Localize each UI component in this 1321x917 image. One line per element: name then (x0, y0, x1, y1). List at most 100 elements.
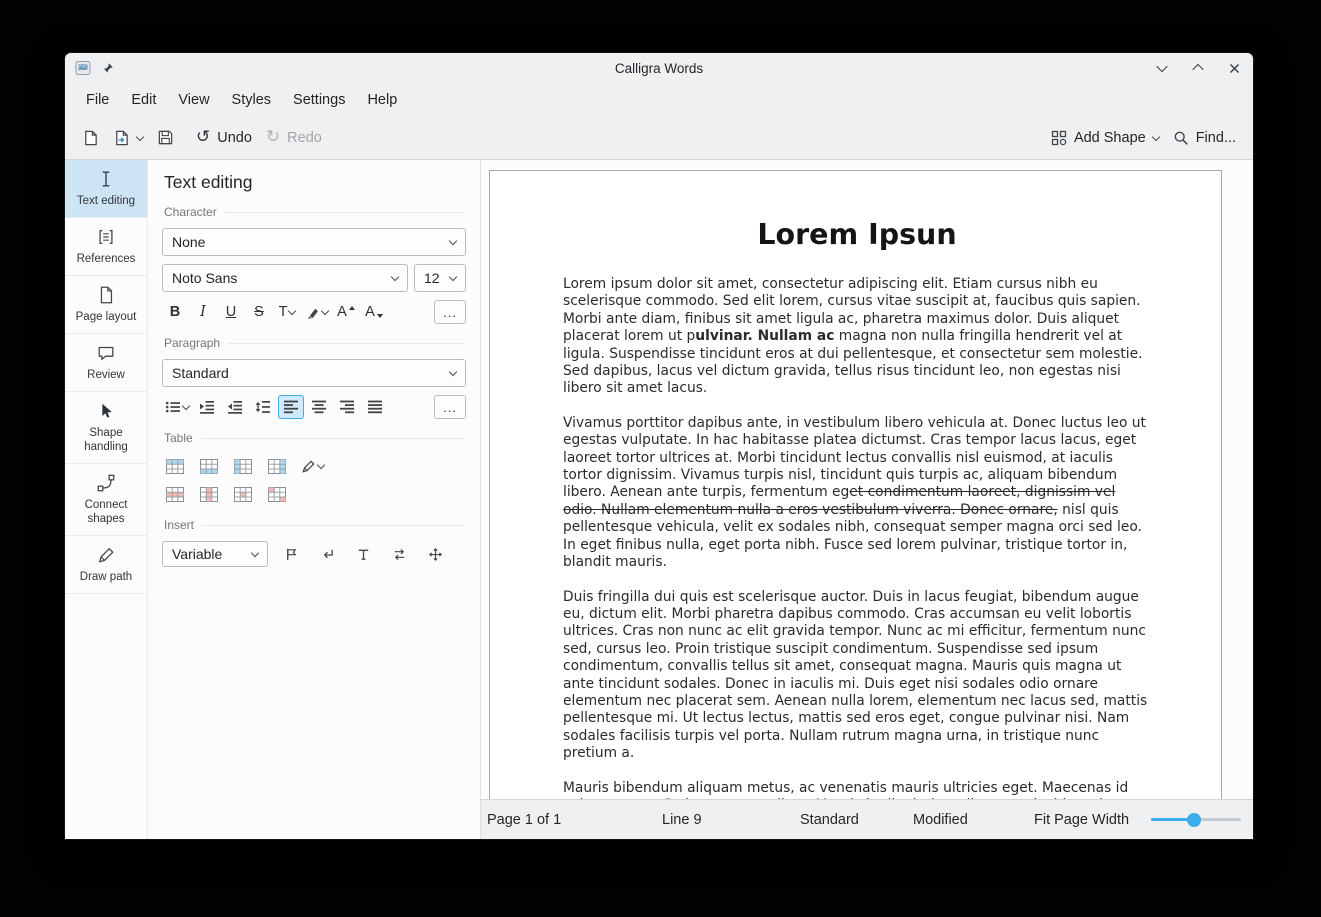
main-toolbar: ↺ Undo ↻ Redo Add Shape Find... (65, 116, 1253, 160)
chevron-down-icon (136, 132, 144, 140)
menu-help[interactable]: Help (357, 88, 407, 112)
align-center-button[interactable] (306, 395, 332, 419)
tab-review[interactable]: Review (65, 334, 147, 392)
tab-label: Connect shapes (68, 498, 144, 527)
chevron-up-icon (1192, 64, 1203, 75)
document-page[interactable]: Lorem Ipsun Lorem ipsum dolor sit amet, … (489, 170, 1222, 799)
chevron-down-icon (321, 307, 329, 315)
add-shape-button[interactable]: Add Shape (1044, 124, 1166, 152)
insert-row-above-button[interactable] (162, 454, 188, 478)
tab-text-editing[interactable]: Text editing (65, 160, 147, 218)
table-row-1 (162, 454, 466, 478)
insert-page-break-button[interactable] (314, 542, 340, 566)
save-button[interactable] (150, 123, 181, 152)
delete-row-button[interactable] (162, 482, 188, 506)
delete-row-icon (166, 487, 184, 502)
insert-row-below-button[interactable] (196, 454, 222, 478)
insert-bookmark-button[interactable] (278, 542, 304, 566)
text-format-button[interactable]: T (274, 300, 300, 324)
insert-column-left-button[interactable] (230, 454, 256, 478)
section-character: Character (164, 205, 466, 219)
insert-swap-button[interactable] (386, 542, 412, 566)
add-shape-icon (1051, 130, 1067, 146)
delete-column-button[interactable] (196, 482, 222, 506)
status-zoom-mode[interactable]: Fit Page Width (1034, 812, 1129, 828)
delete-column-icon (200, 487, 218, 502)
title-bar[interactable]: Calligra Words (65, 53, 1253, 83)
tab-shape-handling[interactable]: Shape handling (65, 392, 147, 464)
menu-file[interactable]: File (76, 88, 119, 112)
zoom-slider-handle[interactable] (1187, 813, 1201, 827)
document-body[interactable]: Lorem Ipsun Lorem ipsum dolor sit amet, … (563, 218, 1151, 799)
document-canvas[interactable]: Lorem Ipsun Lorem ipsum dolor sit amet, … (481, 160, 1253, 799)
window-title: Calligra Words (65, 61, 1253, 76)
tab-connect-shapes[interactable]: Connect shapes (65, 464, 147, 536)
status-modified: Modified (913, 812, 968, 828)
tab-page-layout[interactable]: Page layout (65, 276, 147, 334)
align-left-button[interactable] (278, 395, 304, 419)
align-justify-button[interactable] (362, 395, 388, 419)
menu-view[interactable]: View (168, 88, 219, 112)
open-document-button[interactable] (106, 123, 150, 153)
italic-button[interactable]: I (190, 300, 216, 324)
indent-more-icon (199, 400, 215, 414)
chevron-down-icon (1151, 132, 1159, 140)
tab-label: Page layout (76, 310, 137, 324)
underline-button[interactable]: U (218, 300, 244, 324)
strikethrough-button[interactable]: S (246, 300, 272, 324)
section-insert: Insert (164, 518, 466, 532)
close-icon (1229, 63, 1240, 74)
paragraph-2: Vivamus porttitor dapibus ante, in vesti… (563, 415, 1151, 572)
paragraph-more-button[interactable]: ... (434, 395, 466, 419)
insert-column-right-button[interactable] (264, 454, 290, 478)
align-right-button[interactable] (334, 395, 360, 419)
merge-cells-button[interactable] (230, 482, 256, 506)
indent-less-button[interactable] (222, 395, 248, 419)
character-more-button[interactable]: ... (434, 300, 466, 324)
new-document-button[interactable] (75, 123, 106, 153)
tab-references[interactable]: References (65, 218, 147, 276)
paragraph-4: Mauris bibendum aliquam metus, ac venena… (563, 780, 1151, 799)
undo-button[interactable]: ↺ Undo (189, 123, 259, 152)
chevron-down-icon (317, 461, 325, 469)
split-cells-button[interactable] (264, 482, 290, 506)
pin-icon[interactable] (101, 62, 114, 75)
list-style-button[interactable] (162, 395, 192, 419)
tool-options-panel: Text editing Character None Noto Sans 12… (147, 160, 481, 839)
highlight-button[interactable] (302, 300, 331, 324)
variable-select[interactable]: Variable (162, 541, 268, 567)
search-icon (1173, 130, 1189, 146)
insert-text-frame-button[interactable] (350, 542, 376, 566)
bold-button[interactable]: B (162, 300, 188, 324)
maximize-button[interactable] (1189, 59, 1207, 77)
minimize-button[interactable] (1153, 59, 1171, 77)
redo-label: Redo (287, 130, 322, 146)
superscript-button[interactable]: A (333, 300, 359, 324)
tab-label: Text editing (77, 194, 135, 208)
up-mark-icon (349, 306, 355, 310)
new-document-icon (82, 129, 99, 147)
character-style-select[interactable]: None (162, 228, 466, 256)
font-family-select[interactable]: Noto Sans (162, 264, 408, 292)
zoom-slider[interactable] (1151, 812, 1241, 828)
menu-settings[interactable]: Settings (283, 88, 355, 112)
insert-node-button[interactable] (422, 542, 448, 566)
menu-edit[interactable]: Edit (121, 88, 166, 112)
close-button[interactable] (1225, 59, 1243, 77)
panel-title: Text editing (164, 172, 466, 193)
menu-styles[interactable]: Styles (222, 88, 282, 112)
line-spacing-button[interactable] (250, 395, 276, 419)
document-title: Lorem Ipsun (563, 218, 1151, 251)
find-label: Find... (1196, 130, 1236, 146)
tab-draw-path[interactable]: Draw path (65, 536, 147, 594)
redo-button[interactable]: ↻ Redo (259, 123, 329, 152)
section-paragraph: Paragraph (164, 336, 466, 350)
find-button[interactable]: Find... (1166, 124, 1243, 152)
undo-icon: ↺ (196, 129, 210, 146)
border-pen-button[interactable] (298, 454, 327, 478)
tab-label: Review (87, 368, 125, 382)
font-size-select[interactable]: 12 (414, 264, 466, 292)
subscript-button[interactable]: A (361, 300, 387, 324)
paragraph-style-select[interactable]: Standard (162, 359, 466, 387)
indent-more-button[interactable] (194, 395, 220, 419)
